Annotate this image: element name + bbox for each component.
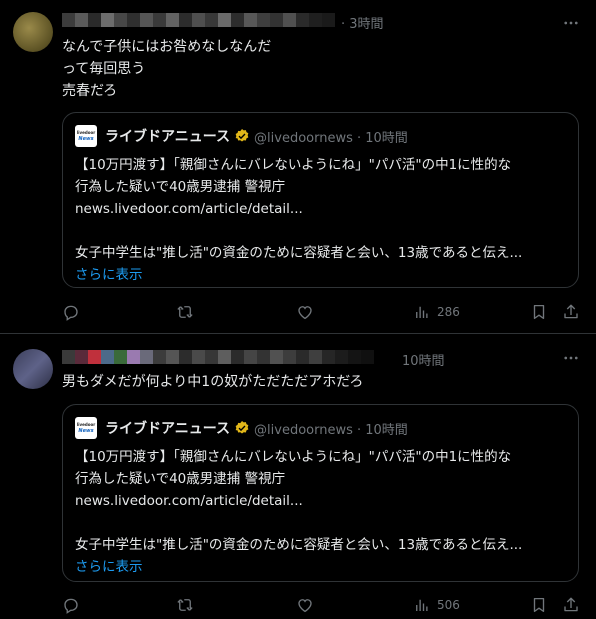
retweet-button[interactable] xyxy=(176,595,194,615)
tweet-time[interactable]: 10時間 xyxy=(402,350,445,369)
redacted-username xyxy=(62,13,335,27)
views-count: 286 xyxy=(437,305,460,319)
retweet-icon xyxy=(177,306,193,318)
retweet-icon xyxy=(177,599,193,611)
quote-line: 行為した疑いで40歳男逮捕 警視庁 xyxy=(75,471,286,487)
quote-link[interactable]: news.livedoor.com/article/detail... xyxy=(75,490,570,512)
quote-header: livedoor News ライブドアニュース @livedoornews · … xyxy=(75,417,408,439)
bookmark-button[interactable] xyxy=(530,595,548,615)
quote-line: 【10万円渡す】「親御さんにバレないようにね」"パパ活"の中1に性的な xyxy=(75,449,512,465)
views-button[interactable]: 506 xyxy=(413,595,460,615)
share-button[interactable] xyxy=(562,302,580,322)
quote-author-name[interactable]: ライブドアニュース xyxy=(105,418,230,438)
quote-header: livedoor News ライブドアニュース @livedoornews · … xyxy=(75,125,408,147)
bookmark-icon xyxy=(533,597,545,613)
tweet[interactable]: · 3時間 なんで子供にはお咎めなしなんだ って毎回思う 売春だろ livedo… xyxy=(0,0,596,333)
views-button[interactable]: 286 xyxy=(413,302,460,322)
quote-tweet[interactable]: livedoor News ライブドアニュース @livedoornews · … xyxy=(62,112,579,288)
verified-badge-icon xyxy=(235,129,249,142)
like-button[interactable] xyxy=(296,302,314,322)
quote-body: 【10万円渡す】「親御さんにバレないようにね」"パパ活"の中1に性的な 行為した… xyxy=(75,154,570,286)
quote-line xyxy=(75,220,570,242)
avatar[interactable] xyxy=(13,349,53,389)
reply-icon xyxy=(64,598,78,614)
quote-handle-time[interactable]: @livedoornews · 10時間 xyxy=(254,127,408,146)
avatar[interactable] xyxy=(13,12,53,52)
show-more-link[interactable]: さらに表示 xyxy=(75,556,570,578)
share-icon xyxy=(564,304,578,319)
more-icon[interactable] xyxy=(562,14,580,32)
like-button[interactable] xyxy=(296,595,314,615)
tweet-actions: 506 xyxy=(62,595,588,615)
reply-button[interactable] xyxy=(62,595,80,615)
quote-line: 女子中学生は"推し活"の資金のために容疑者と会い、13歳であると伝え... xyxy=(75,245,523,261)
quote-line: 【10万円渡す】「親御さんにバレないようにね」"パパ活"の中1に性的な xyxy=(75,157,512,173)
like-icon xyxy=(298,306,312,320)
reply-button[interactable] xyxy=(62,302,80,322)
logo-text-bottom: News xyxy=(78,428,94,434)
tweet-text: なんで子供にはお咎めなしなんだ って毎回思う 売春だろ xyxy=(62,39,272,99)
views-icon xyxy=(416,599,428,611)
reply-icon xyxy=(64,305,78,321)
logo-text-bottom: News xyxy=(78,136,94,142)
quote-line xyxy=(75,512,570,534)
tweet-divider xyxy=(0,333,596,334)
views-count: 506 xyxy=(437,598,460,612)
tweet-time[interactable]: · 3時間 xyxy=(341,13,384,32)
quote-line: 行為した疑いで40歳男逮捕 警視庁 xyxy=(75,179,286,195)
share-icon xyxy=(564,597,578,612)
retweet-button[interactable] xyxy=(176,302,194,322)
like-icon xyxy=(298,599,312,613)
quote-body: 【10万円渡す】「親御さんにバレないようにね」"パパ活"の中1に性的な 行為した… xyxy=(75,446,570,578)
views-icon xyxy=(416,306,428,318)
verified-badge-icon xyxy=(235,421,249,434)
bookmark-icon xyxy=(533,304,545,320)
livedoor-news-logo: livedoor News xyxy=(75,417,97,439)
quote-line: 女子中学生は"推し活"の資金のために容疑者と会い、13歳であると伝え... xyxy=(75,537,523,553)
more-icon[interactable] xyxy=(562,349,580,367)
tweet-actions: 286 xyxy=(62,302,588,322)
quote-tweet[interactable]: livedoor News ライブドアニュース @livedoornews · … xyxy=(62,404,579,582)
bookmark-button[interactable] xyxy=(530,302,548,322)
tweet-text: 男もダメだが何より中1の奴がただただアホだろ xyxy=(62,374,364,390)
quote-link[interactable]: news.livedoor.com/article/detail... xyxy=(75,198,570,220)
quote-handle-time[interactable]: @livedoornews · 10時間 xyxy=(254,419,408,438)
livedoor-news-logo: livedoor News xyxy=(75,125,97,147)
quote-author-name[interactable]: ライブドアニュース xyxy=(105,126,230,146)
redacted-username xyxy=(62,350,374,364)
show-more-link[interactable]: さらに表示 xyxy=(75,264,570,286)
share-button[interactable] xyxy=(562,595,580,615)
